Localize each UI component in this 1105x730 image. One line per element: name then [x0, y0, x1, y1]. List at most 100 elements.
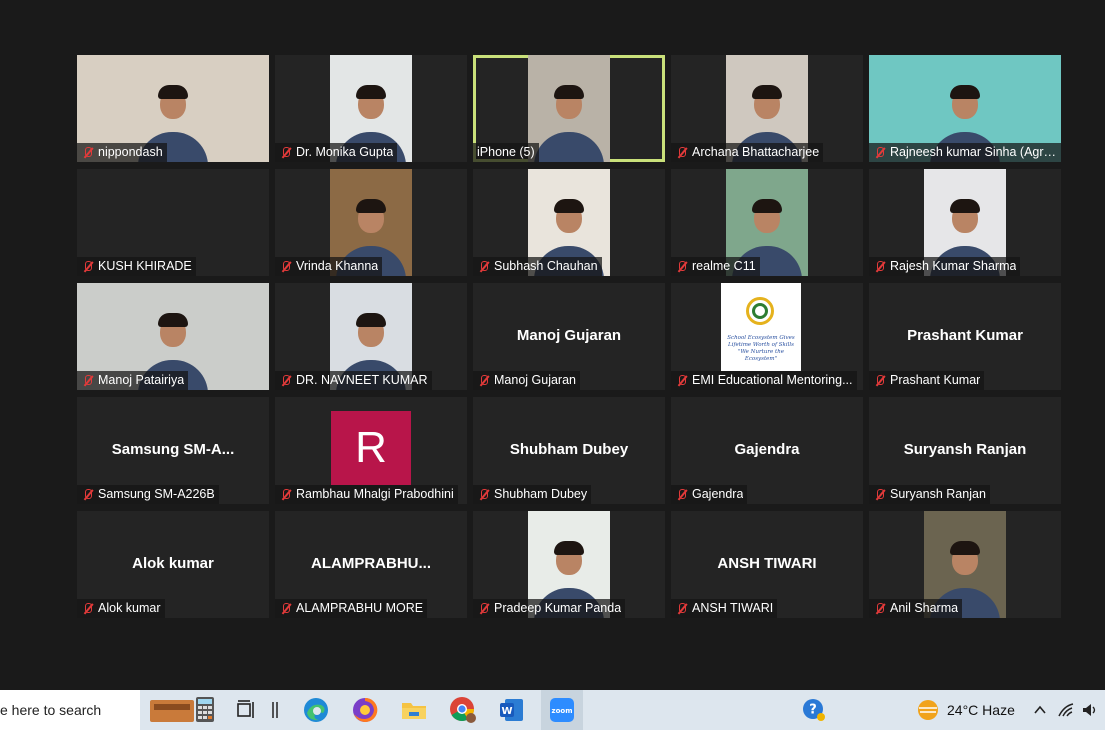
- participant-tile[interactable]: Shubham Dubey Shubham Dubey: [473, 397, 665, 504]
- participant-tile[interactable]: Samsung SM-A... Samsung SM-A226B: [77, 397, 269, 504]
- participant-tile[interactable]: ANSH TIWARI ANSH TIWARI: [671, 511, 863, 618]
- participant-tile[interactable]: nippondash: [77, 55, 269, 162]
- participant-tile[interactable]: Archana Bhattacharjee: [671, 55, 863, 162]
- speaker-icon[interactable]: [1080, 696, 1100, 724]
- mic-muted-icon: [477, 260, 490, 273]
- chevron-up-icon[interactable]: [1026, 696, 1054, 724]
- participant-tile[interactable]: Dr. Monika Gupta: [275, 55, 467, 162]
- person-hair: [158, 313, 188, 328]
- widgets-calculator-icon[interactable]: [150, 695, 220, 723]
- participant-label: Samsung SM-A226B: [77, 485, 219, 504]
- participant-name-placeholder: Manoj Gujaran: [516, 327, 622, 344]
- person-hair: [950, 85, 980, 100]
- mic-muted-icon: [873, 488, 886, 501]
- participant-tile[interactable]: Pradeep Kumar Panda: [473, 511, 665, 618]
- avatar: R: [331, 411, 411, 485]
- mic-muted-icon: [873, 602, 886, 615]
- participant-tile[interactable]: KUSH KHIRADE: [77, 169, 269, 276]
- participant-tile[interactable]: Manoj Patairiya: [77, 283, 269, 390]
- person-hair: [356, 313, 386, 328]
- participant-display-name: Manoj Patairiya: [98, 373, 185, 387]
- firefox-icon[interactable]: [351, 696, 379, 724]
- participant-display-name: Alok kumar: [98, 601, 161, 615]
- taskbar-search-box[interactable]: e here to search: [0, 690, 140, 730]
- network-icon[interactable]: [1052, 696, 1080, 724]
- participant-label: DR. NAVNEET KUMAR: [275, 371, 432, 390]
- edge-browser-icon[interactable]: [302, 696, 330, 724]
- participant-tile[interactable]: Anil Sharma: [869, 511, 1061, 618]
- mic-muted-icon: [81, 602, 94, 615]
- mic-muted-icon: [81, 146, 94, 159]
- participant-tile[interactable]: Rajesh Kumar Sharma: [869, 169, 1061, 276]
- participant-label: iPhone (5): [473, 143, 539, 162]
- participant-display-name: Vrinda Khanna: [296, 259, 379, 273]
- participant-label: ANSH TIWARI: [671, 599, 778, 618]
- participant-tile[interactable]: Gajendra Gajendra: [671, 397, 863, 504]
- mic-muted-icon: [279, 260, 292, 273]
- participant-display-name: KUSH KHIRADE: [98, 259, 192, 273]
- participant-display-name: nippondash: [98, 145, 163, 159]
- participant-label: Vrinda Khanna: [275, 257, 383, 276]
- participant-display-name: Rajneesh kumar Sinha (Agrani...: [890, 145, 1057, 159]
- participant-label: Subhash Chauhan: [473, 257, 602, 276]
- participant-display-name: Shubham Dubey: [494, 487, 588, 501]
- participant-display-name: Rambhau Mhalgi Prabodhini: [296, 487, 454, 501]
- mic-muted-icon: [873, 374, 886, 387]
- participant-label: Rambhau Mhalgi Prabodhini: [275, 485, 458, 504]
- mic-muted-icon: [675, 374, 688, 387]
- participant-display-name: Rajesh Kumar Sharma: [890, 259, 1017, 273]
- word-icon[interactable]: W: [498, 696, 526, 724]
- gallery-grid: nippondash Dr. Monika Gupta iPhone (5) Arch…: [77, 55, 1061, 619]
- person-hair: [158, 85, 188, 100]
- svg-text:zoom: zoom: [552, 707, 573, 715]
- participant-display-name: Anil Sharma: [890, 601, 959, 615]
- weather-sun-icon[interactable]: [914, 696, 942, 724]
- file-explorer-icon[interactable]: [400, 696, 428, 724]
- participant-label: Manoj Gujaran: [473, 371, 580, 390]
- svg-text:W: W: [501, 706, 512, 717]
- mic-muted-icon: [81, 488, 94, 501]
- participant-tile[interactable]: Vrinda Khanna: [275, 169, 467, 276]
- person-hair: [554, 541, 584, 556]
- participant-tile[interactable]: ALAMPRABHU... ALAMPRABHU MORE: [275, 511, 467, 618]
- participant-tile[interactable]: Rajneesh kumar Sinha (Agrani...: [869, 55, 1061, 162]
- participant-name-placeholder: Suryansh Ranjan: [903, 441, 1027, 458]
- mic-muted-icon: [279, 488, 292, 501]
- participant-tile[interactable]: realme C11: [671, 169, 863, 276]
- participant-tile[interactable]: Subhash Chauhan: [473, 169, 665, 276]
- person-silhouette: [534, 132, 604, 162]
- zoom-app-icon[interactable]: zoom: [541, 690, 583, 730]
- help-icon[interactable]: ?: [800, 696, 828, 724]
- participant-tile[interactable]: Suryansh Ranjan Suryansh Ranjan: [869, 397, 1061, 504]
- participant-label: Dr. Monika Gupta: [275, 143, 398, 162]
- participant-tile[interactable]: DR. NAVNEET KUMAR: [275, 283, 467, 390]
- task-view-icon[interactable]: [232, 696, 260, 724]
- participant-tile[interactable]: iPhone (5): [473, 55, 665, 162]
- mic-muted-icon: [675, 146, 688, 159]
- participant-name-placeholder: Prashant Kumar: [907, 327, 1023, 344]
- participant-tile[interactable]: R Rambhau Mhalgi Prabodhini: [275, 397, 467, 504]
- mic-muted-icon: [477, 602, 490, 615]
- weather-text[interactable]: 24°C Haze: [947, 690, 1015, 730]
- participant-tile[interactable]: School Ecosystem Gives Lifetime Worth of…: [671, 283, 863, 390]
- video-feed: [528, 55, 610, 162]
- pinned-app-icon[interactable]: [265, 696, 285, 724]
- windows-taskbar: e here to search W zoom ? 24°C Haze: [0, 690, 1105, 730]
- participant-tile[interactable]: Alok kumar Alok kumar: [77, 511, 269, 618]
- participant-name-placeholder: Samsung SM-A...: [111, 441, 235, 458]
- participant-label: Gajendra: [671, 485, 748, 504]
- person-hair: [356, 85, 386, 100]
- participant-tile[interactable]: Manoj Gujaran Manoj Gujaran: [473, 283, 665, 390]
- mic-muted-icon: [675, 488, 688, 501]
- logo-text: School Ecosystem Gives Lifetime Worth of…: [727, 335, 795, 362]
- participant-display-name: Subhash Chauhan: [494, 259, 598, 273]
- mic-muted-icon: [279, 602, 292, 615]
- mic-muted-icon: [477, 488, 490, 501]
- participant-label: Alok kumar: [77, 599, 165, 618]
- chrome-icon[interactable]: [449, 696, 477, 724]
- participant-label: Rajneesh kumar Sinha (Agrani...: [869, 143, 1061, 162]
- participant-tile[interactable]: Prashant Kumar Prashant Kumar: [869, 283, 1061, 390]
- svg-text:?: ?: [809, 703, 817, 718]
- mic-muted-icon: [873, 146, 886, 159]
- participant-display-name: Dr. Monika Gupta: [296, 145, 394, 159]
